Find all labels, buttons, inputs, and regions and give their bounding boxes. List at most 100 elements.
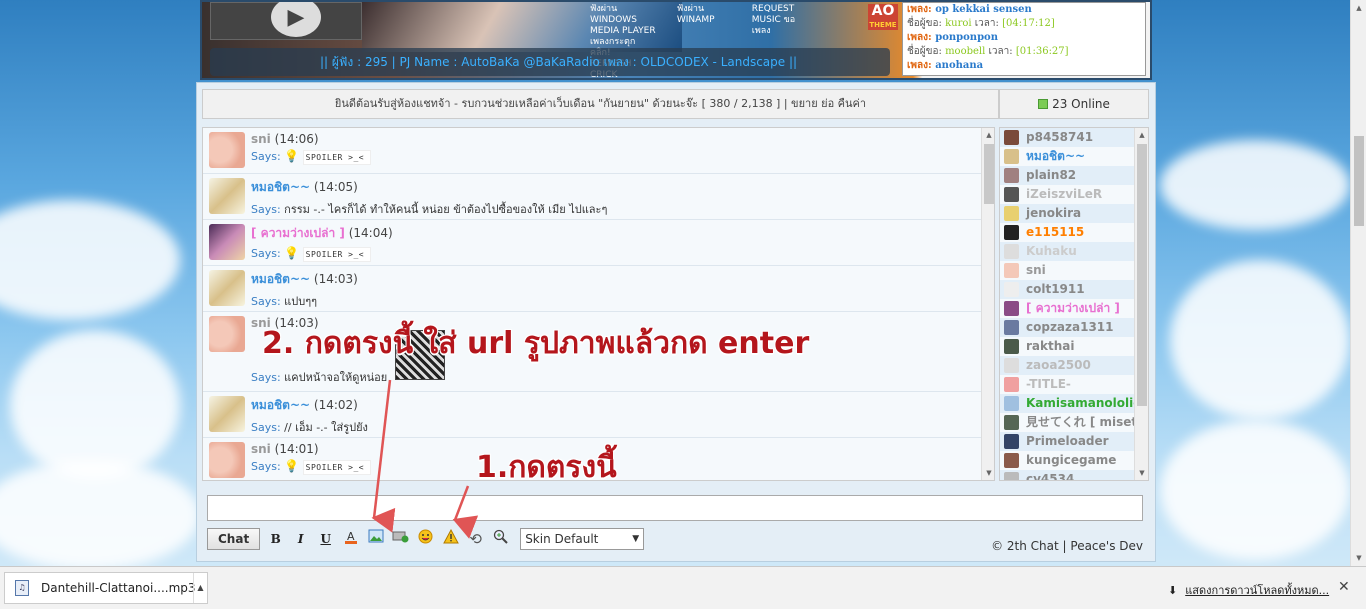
user-avatar-icon (1004, 130, 1019, 145)
recent-requester: ชื่อผู้ขอ: moobell เวลา: [01:36:27] (907, 45, 1141, 59)
says-label: Says: (251, 460, 281, 473)
online-user[interactable]: Primeloader (1000, 432, 1134, 451)
online-user-name: Kuhaku (1026, 244, 1077, 258)
online-user[interactable]: หมอชิต~~ (1000, 147, 1134, 166)
request-music-link[interactable]: REQUEST MUSIC ขอเพลง (752, 4, 814, 37)
scroll-down-icon[interactable]: ▼ (984, 468, 994, 478)
online-user[interactable]: 見せてくれ [ miset... (1000, 413, 1134, 432)
online-user-name: rakthai (1026, 339, 1075, 353)
show-all-label: แสดงการดาวน์โหลดทั้งหมด... (1185, 584, 1330, 597)
recent-song: เพลง: anohana (907, 59, 1141, 73)
chat-input[interactable] (207, 495, 1143, 521)
skin-select[interactable]: Skin Default ▼ (520, 528, 645, 550)
play-icon[interactable]: ▶ (271, 2, 321, 37)
scroll-down-icon[interactable]: ▼ (1137, 468, 1147, 478)
insert-image-icon[interactable] (366, 529, 385, 549)
request-time: [01:36:27] (1015, 46, 1069, 57)
says-label: Says: (251, 371, 281, 384)
user-avatar-icon (1004, 358, 1019, 373)
online-user[interactable]: Kuhaku (1000, 242, 1134, 261)
chevron-down-icon: ▼ (632, 534, 640, 544)
message-author[interactable]: หมอชิต~~ (251, 272, 310, 286)
download-icon: ⬇ (1168, 584, 1178, 597)
userlist-scrollbar[interactable]: ▲ ▼ (1134, 128, 1148, 480)
refresh-icon[interactable]: ⟲ (466, 529, 485, 549)
scroll-thumb[interactable] (1137, 144, 1147, 406)
bold-button[interactable]: B (266, 529, 285, 549)
scroll-up-icon[interactable]: ▲ (1354, 3, 1364, 13)
font-color-icon[interactable]: A (341, 529, 360, 549)
online-user[interactable]: -TITLE- (1000, 375, 1134, 394)
avatar[interactable] (209, 178, 245, 214)
online-user[interactable]: jenokira (1000, 204, 1134, 223)
message-author[interactable]: sni (251, 442, 271, 456)
online-user[interactable]: e115115 (1000, 223, 1134, 242)
online-user[interactable]: kungicegame (1000, 451, 1134, 470)
spoiler-button[interactable]: SPOILER >_< (302, 460, 372, 475)
avatar[interactable] (209, 442, 245, 478)
close-icon[interactable]: ✕ (1338, 579, 1350, 595)
avatar[interactable] (209, 316, 245, 352)
online-user[interactable]: copzaza1311 (1000, 318, 1134, 337)
show-all-downloads-link[interactable]: ⬇ แสดงการดาวน์โหลดทั้งหมด... (1168, 581, 1329, 599)
says-label: Says: (251, 295, 281, 308)
message-author[interactable]: หมอชิต~~ (251, 180, 310, 194)
recent-song: เพลง: ponponpon (907, 31, 1141, 45)
message-list[interactable]: sni (14:06) Says: 💡 SPOILER >_< หมอชิต~~… (202, 127, 995, 481)
chat-send-button[interactable]: Chat (207, 528, 261, 550)
online-user[interactable]: [ ความว่างเปล่า ] (1000, 299, 1134, 318)
chevron-up-icon[interactable]: ▲ (193, 573, 207, 603)
requester-label: ชื่อผู้ขอ: (907, 18, 942, 29)
avatar[interactable] (209, 224, 245, 260)
online-user[interactable]: cy4534 (1000, 470, 1134, 480)
scroll-up-icon[interactable]: ▲ (1137, 130, 1147, 140)
user-avatar-icon (1004, 263, 1019, 278)
online-user[interactable]: plain82 (1000, 166, 1134, 185)
song-label: เพลง: (907, 60, 932, 71)
italic-button[interactable]: I (291, 529, 310, 549)
download-item[interactable]: ♫ Dantehill-Clattanoi....mp3 ▲ (4, 572, 208, 604)
scroll-thumb[interactable] (1354, 136, 1364, 226)
theme-sub: THEME (869, 21, 897, 29)
spoiler-warning-icon[interactable] (441, 528, 460, 549)
scroll-up-icon[interactable]: ▲ (984, 130, 994, 140)
audio-player[interactable]: ▶ (210, 2, 362, 40)
online-user-name: p8458741 (1026, 130, 1094, 144)
avatar[interactable] (209, 132, 245, 168)
winamp-link[interactable]: ฟังผ่าน WINAMP (677, 4, 735, 26)
online-user[interactable]: rakthai (1000, 337, 1134, 356)
spoiler-button[interactable]: SPOILER >_< (302, 247, 372, 262)
online-user[interactable]: zaoa2500 (1000, 356, 1134, 375)
online-user[interactable]: colt1911 (1000, 280, 1134, 299)
zoom-icon[interactable] (491, 529, 510, 549)
message-author[interactable]: หมอชิต~~ (251, 398, 310, 412)
insert-link-icon[interactable] (391, 529, 410, 549)
page-scrollbar[interactable]: ▲ ▼ (1350, 0, 1366, 566)
scroll-down-icon[interactable]: ▼ (1354, 553, 1364, 563)
requester-label: ชื่อผู้ขอ: (907, 46, 942, 57)
emoticon-icon[interactable] (416, 529, 435, 549)
radio-banner: ▶ ฟังผ่าน WINDOWS MEDIA PLAYER ฟังผ่าน W… (200, 0, 1152, 80)
avatar[interactable] (209, 270, 245, 306)
online-label: 23 Online (1052, 97, 1110, 111)
online-user[interactable]: iZeiszviLeR (1000, 185, 1134, 204)
scroll-thumb[interactable] (984, 144, 994, 204)
online-user[interactable]: p8458741 (1000, 128, 1134, 147)
song-title: ponponpon (935, 32, 999, 43)
online-user[interactable]: Kamisamanololicon (1000, 394, 1134, 413)
avatar[interactable] (209, 396, 245, 432)
wmp-link[interactable]: ฟังผ่าน WINDOWS MEDIA PLAYER (590, 4, 660, 37)
cloud (1160, 140, 1350, 230)
cloud (0, 460, 200, 570)
user-avatar-icon (1004, 453, 1019, 468)
online-dot-icon (1038, 99, 1049, 109)
message-author[interactable]: [ ความว่างเปล่า ] (251, 226, 345, 240)
online-user-name: zaoa2500 (1026, 358, 1091, 372)
underline-button[interactable]: U (316, 529, 335, 549)
spoiler-button[interactable]: SPOILER >_< (302, 150, 372, 165)
message-scrollbar[interactable]: ▲ ▼ (981, 128, 994, 480)
message-author[interactable]: sni (251, 132, 271, 146)
message-time: (14:02) (313, 398, 358, 412)
online-user-list[interactable]: p8458741 หมอชิต~~ plain82 iZeiszviLeR jenoki… (999, 127, 1149, 481)
online-user[interactable]: sni (1000, 261, 1134, 280)
